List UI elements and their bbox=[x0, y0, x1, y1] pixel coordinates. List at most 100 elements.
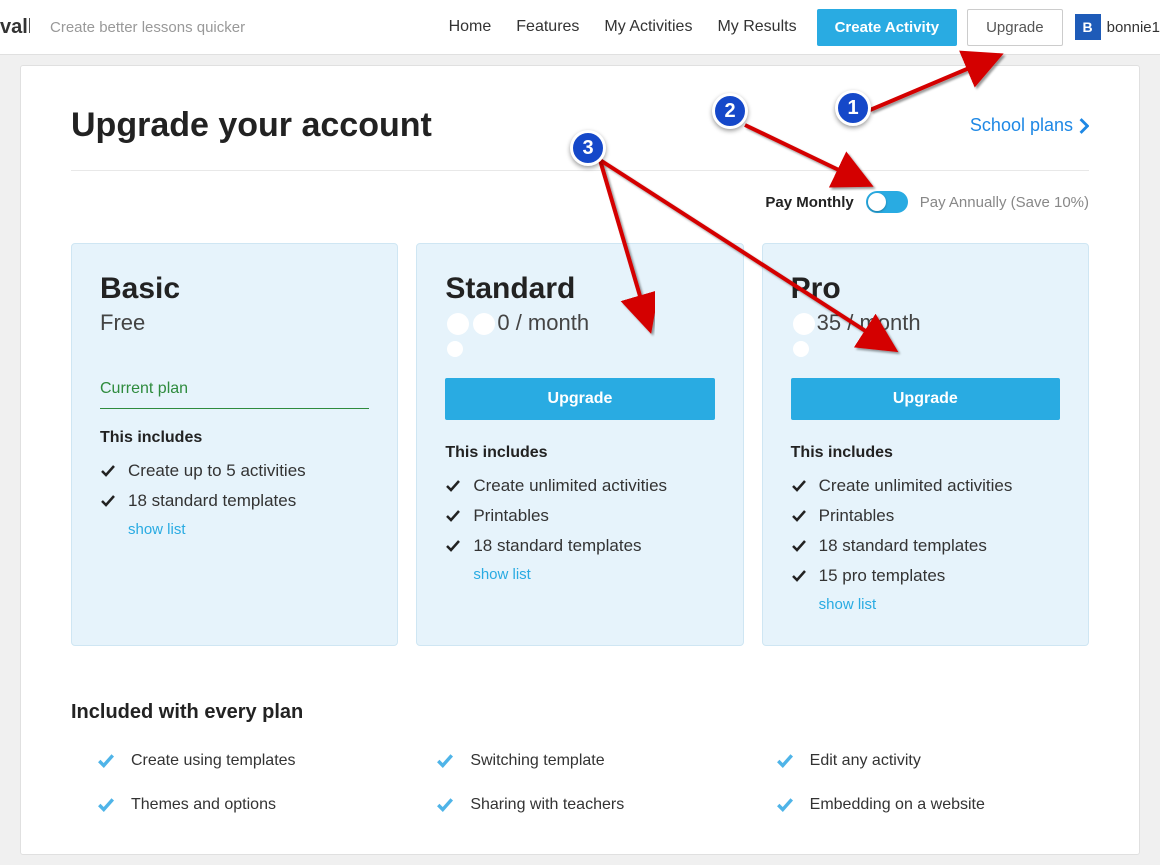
plan-name: Basic bbox=[100, 272, 369, 306]
page-header: Upgrade your account School plans bbox=[71, 106, 1089, 171]
logo-fragment: vall bbox=[0, 16, 30, 39]
obscured-sub bbox=[793, 341, 809, 357]
feature-item: Printables bbox=[791, 506, 1060, 526]
check-icon bbox=[445, 538, 461, 554]
check-icon bbox=[436, 796, 454, 814]
feature-item: 18 standard templates bbox=[100, 491, 369, 511]
main-nav: Home Features My Activities My Results bbox=[449, 18, 797, 36]
plan-price: Free bbox=[100, 310, 369, 336]
create-activity-button[interactable]: Create Activity bbox=[817, 9, 958, 46]
feature-text: Printables bbox=[819, 506, 895, 526]
plan-upgrade-button[interactable]: Upgrade bbox=[445, 378, 714, 420]
nav-features[interactable]: Features bbox=[516, 18, 579, 36]
user-name-label: bonnie1 bbox=[1107, 19, 1160, 36]
obscured-sub bbox=[447, 341, 463, 357]
included-item: Switching template bbox=[410, 752, 749, 770]
feature-item: Create unlimited activities bbox=[445, 476, 714, 496]
feature-list: Create up to 5 activities 18 standard te… bbox=[100, 461, 369, 511]
nav-my-activities[interactable]: My Activities bbox=[604, 18, 692, 36]
page-card: Upgrade your account School plans Pay Mo… bbox=[20, 65, 1140, 855]
show-list-link[interactable]: show list bbox=[128, 521, 369, 538]
billing-toggle-row: Pay Monthly Pay Annually (Save 10%) bbox=[71, 191, 1089, 213]
check-icon bbox=[791, 478, 807, 494]
plan-price: 35 / month bbox=[791, 310, 1060, 336]
includes-title: This includes bbox=[791, 444, 1060, 462]
included-text: Sharing with teachers bbox=[470, 796, 624, 814]
included-text: Switching template bbox=[470, 752, 604, 770]
includes-title: This includes bbox=[100, 429, 369, 447]
check-icon bbox=[791, 538, 807, 554]
price-suffix: / month bbox=[510, 310, 589, 335]
feature-item: 15 pro templates bbox=[791, 566, 1060, 586]
tagline: Create better lessons quicker bbox=[50, 19, 245, 36]
show-list-link[interactable]: show list bbox=[819, 596, 1060, 613]
included-text: Create using templates bbox=[131, 752, 296, 770]
check-icon bbox=[445, 478, 461, 494]
included-item: Create using templates bbox=[71, 752, 410, 770]
included-item: Embedding on a website bbox=[750, 796, 1089, 814]
nav-home[interactable]: Home bbox=[449, 18, 492, 36]
included-title: Included with every plan bbox=[71, 701, 1089, 724]
check-icon bbox=[445, 508, 461, 524]
check-icon bbox=[436, 752, 454, 770]
feature-item: 18 standard templates bbox=[445, 536, 714, 556]
plan-name: Standard bbox=[445, 272, 714, 306]
plan-name: Pro bbox=[791, 272, 1060, 306]
topbar: vall Create better lessons quicker Home … bbox=[0, 0, 1160, 55]
chevron-right-icon bbox=[1079, 118, 1089, 134]
pay-annually-label: Pay Annually (Save 10%) bbox=[920, 194, 1089, 211]
user-menu[interactable]: B bonnie1 bbox=[1075, 14, 1160, 40]
plan-price: 0 / month bbox=[445, 310, 714, 336]
check-icon bbox=[776, 752, 794, 770]
plan-subtext bbox=[791, 340, 1060, 358]
plan-subtext bbox=[445, 340, 714, 358]
check-icon bbox=[100, 463, 116, 479]
feature-text: 18 standard templates bbox=[128, 491, 296, 511]
check-icon bbox=[100, 493, 116, 509]
feature-list: Create unlimited activities Printables 1… bbox=[791, 476, 1060, 586]
included-grid: Create using templates Switching templat… bbox=[71, 752, 1089, 814]
current-plan-label: Current plan bbox=[100, 380, 369, 409]
feature-item: 18 standard templates bbox=[791, 536, 1060, 556]
included-item: Edit any activity bbox=[750, 752, 1089, 770]
feature-text: Create up to 5 activities bbox=[128, 461, 306, 481]
avatar: B bbox=[1075, 14, 1101, 40]
includes-title: This includes bbox=[445, 444, 714, 462]
check-icon bbox=[97, 752, 115, 770]
feature-text: 15 pro templates bbox=[819, 566, 946, 586]
upgrade-button[interactable]: Upgrade bbox=[967, 9, 1063, 46]
show-list-link[interactable]: show list bbox=[473, 566, 714, 583]
included-text: Edit any activity bbox=[810, 752, 921, 770]
feature-text: Create unlimited activities bbox=[473, 476, 667, 496]
nav-my-results[interactable]: My Results bbox=[717, 18, 796, 36]
check-icon bbox=[791, 568, 807, 584]
plan-standard: Standard 0 / month Upgrade This includes… bbox=[416, 243, 743, 646]
feature-text: 18 standard templates bbox=[473, 536, 641, 556]
feature-list: Create unlimited activities Printables 1… bbox=[445, 476, 714, 556]
school-plans-label: School plans bbox=[970, 115, 1073, 136]
feature-item: Printables bbox=[445, 506, 714, 526]
page-title: Upgrade your account bbox=[71, 106, 432, 145]
included-text: Themes and options bbox=[131, 796, 276, 814]
check-icon bbox=[791, 508, 807, 524]
feature-item: Create up to 5 activities bbox=[100, 461, 369, 481]
feature-item: Create unlimited activities bbox=[791, 476, 1060, 496]
feature-text: 18 standard templates bbox=[819, 536, 987, 556]
feature-text: Printables bbox=[473, 506, 549, 526]
plan-pro: Pro 35 / month Upgrade This includes Cre… bbox=[762, 243, 1089, 646]
price-mid: 35 bbox=[817, 310, 841, 335]
plan-basic: Basic Free Current plan This includes Cr… bbox=[71, 243, 398, 646]
included-text: Embedding on a website bbox=[810, 796, 985, 814]
included-item: Themes and options bbox=[71, 796, 410, 814]
check-icon bbox=[776, 796, 794, 814]
obscured-price bbox=[473, 313, 495, 335]
obscured-price bbox=[793, 313, 815, 335]
pay-monthly-label: Pay Monthly bbox=[765, 194, 853, 211]
obscured-price bbox=[447, 313, 469, 335]
plan-upgrade-button[interactable]: Upgrade bbox=[791, 378, 1060, 420]
check-icon bbox=[97, 796, 115, 814]
plans-row: Basic Free Current plan This includes Cr… bbox=[71, 243, 1089, 646]
school-plans-link[interactable]: School plans bbox=[970, 115, 1089, 136]
billing-toggle[interactable] bbox=[866, 191, 908, 213]
price-suffix: / month bbox=[841, 310, 920, 335]
